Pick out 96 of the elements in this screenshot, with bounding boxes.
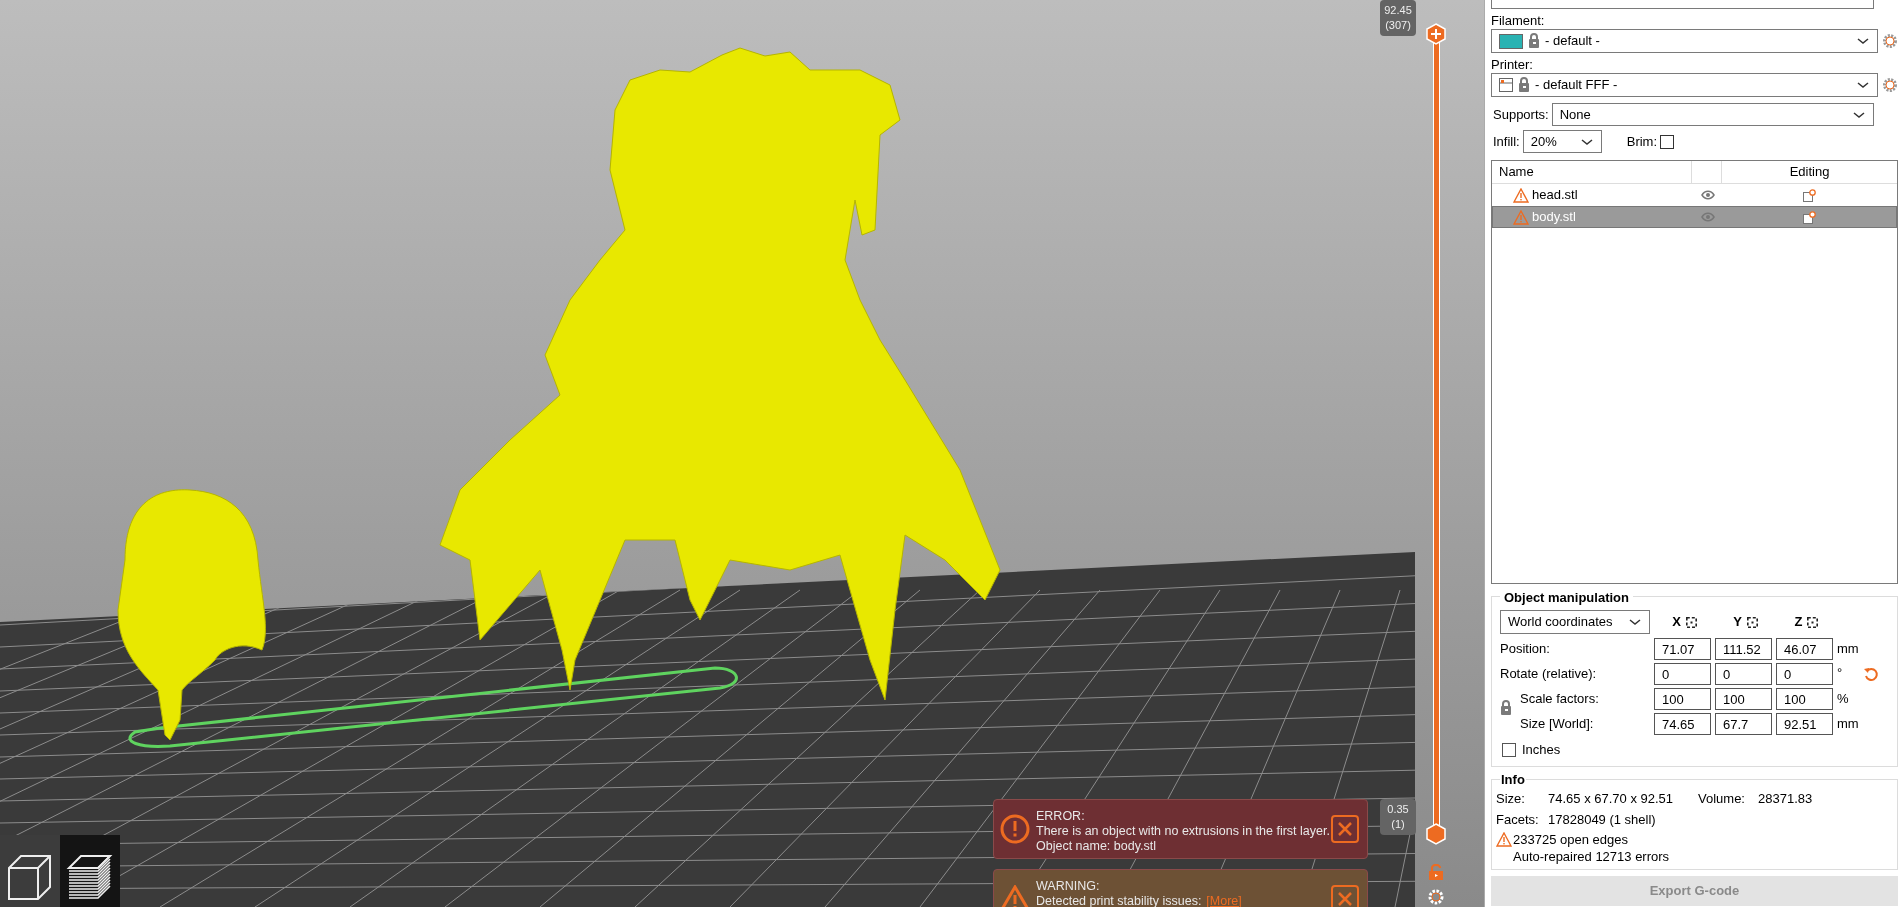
info-label: Size: xyxy=(1496,789,1526,807)
bounding-box-icon xyxy=(1685,616,1697,628)
close-button[interactable] xyxy=(1331,815,1359,843)
reset-rotation-button[interactable] xyxy=(1863,666,1879,682)
field-label: Size [World]: xyxy=(1519,715,1595,734)
info-value: 28371.83 xyxy=(1758,789,1813,807)
coordinates-dropdown[interactable]: World coordinates xyxy=(1500,610,1650,634)
info-label: Facets: xyxy=(1496,810,1540,828)
axis-label: X xyxy=(1672,613,1681,632)
eye-icon xyxy=(1701,190,1715,200)
field-label: Infill: xyxy=(1492,132,1520,151)
notification-text: Object name: body.stl xyxy=(1036,839,1156,854)
cube-icon xyxy=(6,853,54,903)
settings-icon xyxy=(1882,33,1898,49)
number-input[interactable]: 0 xyxy=(1654,663,1711,685)
infill-dropdown[interactable]: 20% xyxy=(1522,130,1602,153)
slider-thumb-plus-icon[interactable] xyxy=(1426,23,1446,45)
axis-label: Y xyxy=(1733,613,1742,632)
exclamation-icon xyxy=(1000,814,1030,844)
number-input[interactable]: 100 xyxy=(1715,688,1772,710)
number-input[interactable]: 0 xyxy=(1776,663,1833,685)
chevron-down-icon xyxy=(1579,137,1594,146)
eye-icon xyxy=(1701,212,1715,222)
lock-icon xyxy=(1500,700,1512,716)
warning-icon xyxy=(1496,831,1512,847)
lock-icon xyxy=(1518,77,1530,93)
chevron-down-icon xyxy=(1856,81,1870,89)
checkbox-label: Inches xyxy=(1522,741,1561,759)
inches-checkbox[interactable] xyxy=(1502,742,1516,757)
field-label: Rotate (relative): xyxy=(1500,665,1598,684)
object-name: head.stl xyxy=(1532,186,1578,205)
layer-height-text: 92.45 xyxy=(1384,3,1412,18)
settings-icon xyxy=(1882,77,1898,93)
field-label: Filament: xyxy=(1491,13,1546,29)
chevron-down-icon xyxy=(1628,618,1642,626)
warning-icon xyxy=(1513,209,1529,225)
number-input[interactable]: 71.07 xyxy=(1654,638,1711,660)
unit-label: mm xyxy=(1837,715,1860,734)
unit-label: % xyxy=(1837,690,1850,709)
unlock-icon xyxy=(1428,864,1444,880)
chevron-down-icon xyxy=(1856,37,1870,45)
field-label: Supports: xyxy=(1492,105,1549,124)
notification-title: ERROR: xyxy=(1036,809,1086,824)
field-label: Printer: xyxy=(1491,57,1534,73)
layer-number-text: (307) xyxy=(1385,18,1411,33)
layer-height-text: 0.35 xyxy=(1387,802,1409,817)
number-input[interactable]: 100 xyxy=(1776,688,1833,710)
slider-thumb-icon[interactable] xyxy=(1426,823,1446,845)
notification-text: Detected print stability issues: xyxy=(1036,894,1202,907)
bounding-box-icon xyxy=(1746,616,1758,628)
info-value: 74.65 x 67.70 x 92.51 xyxy=(1548,789,1675,807)
preset-combo[interactable]: - default FFF - xyxy=(1491,73,1878,97)
supports-dropdown[interactable]: None xyxy=(1551,103,1874,126)
field-label: Brim: xyxy=(1626,132,1658,151)
column-header: Name xyxy=(1492,161,1692,183)
edit-settings-icon xyxy=(1803,188,1816,202)
column-header: Editing xyxy=(1788,163,1831,182)
close-button[interactable] xyxy=(1331,885,1359,907)
color-swatch xyxy=(1499,33,1523,49)
close-icon xyxy=(1337,891,1353,907)
warning-icon xyxy=(1000,885,1030,907)
bounding-box-icon xyxy=(1807,616,1819,628)
printer-icon xyxy=(1499,78,1513,92)
preset-value: - default FFF - xyxy=(1535,76,1619,95)
settings-icon xyxy=(1428,889,1444,905)
undo-icon xyxy=(1863,666,1879,682)
field-label: Scale factors: xyxy=(1519,690,1600,709)
close-icon xyxy=(1337,821,1353,837)
edit-settings-icon xyxy=(1803,210,1816,224)
object-row[interactable]: head.stl xyxy=(1492,184,1897,206)
number-input[interactable]: 111.52 xyxy=(1715,638,1772,660)
info-value: 17828049 (1 shell) xyxy=(1548,810,1656,828)
axis-label: Z xyxy=(1794,613,1803,632)
notification-title: WARNING: xyxy=(1036,879,1101,894)
info-label: Volume: xyxy=(1698,789,1746,807)
warning-text: Auto-repaired 12713 errors xyxy=(1513,847,1670,865)
number-input[interactable]: 100 xyxy=(1654,688,1711,710)
chevron-down-icon xyxy=(1852,110,1866,119)
warning-text: 233725 open edges xyxy=(1513,830,1629,848)
view-toggle-button[interactable] xyxy=(60,835,120,907)
notification-text: There is an object with no extrusions in the first layer. xyxy=(1036,824,1330,839)
number-input[interactable]: 67.7 xyxy=(1715,713,1772,735)
preset-value: - default - xyxy=(1545,32,1601,51)
number-input[interactable]: 46.07 xyxy=(1776,638,1833,660)
field-label: Position: xyxy=(1500,640,1551,659)
layer-number-text: (1) xyxy=(1391,817,1405,832)
brim-checkbox[interactable] xyxy=(1660,134,1675,149)
number-input[interactable]: 74.65 xyxy=(1654,713,1711,735)
object-name: body.stl xyxy=(1532,208,1576,227)
unit-label: mm xyxy=(1837,640,1860,659)
unit-label: ° xyxy=(1837,664,1844,682)
preset-combo[interactable]: - default - xyxy=(1491,29,1878,53)
number-input[interactable]: 0 xyxy=(1715,663,1772,685)
number-input[interactable]: 92.51 xyxy=(1776,713,1833,735)
warning-icon xyxy=(1513,187,1529,203)
lock-icon xyxy=(1528,33,1540,49)
